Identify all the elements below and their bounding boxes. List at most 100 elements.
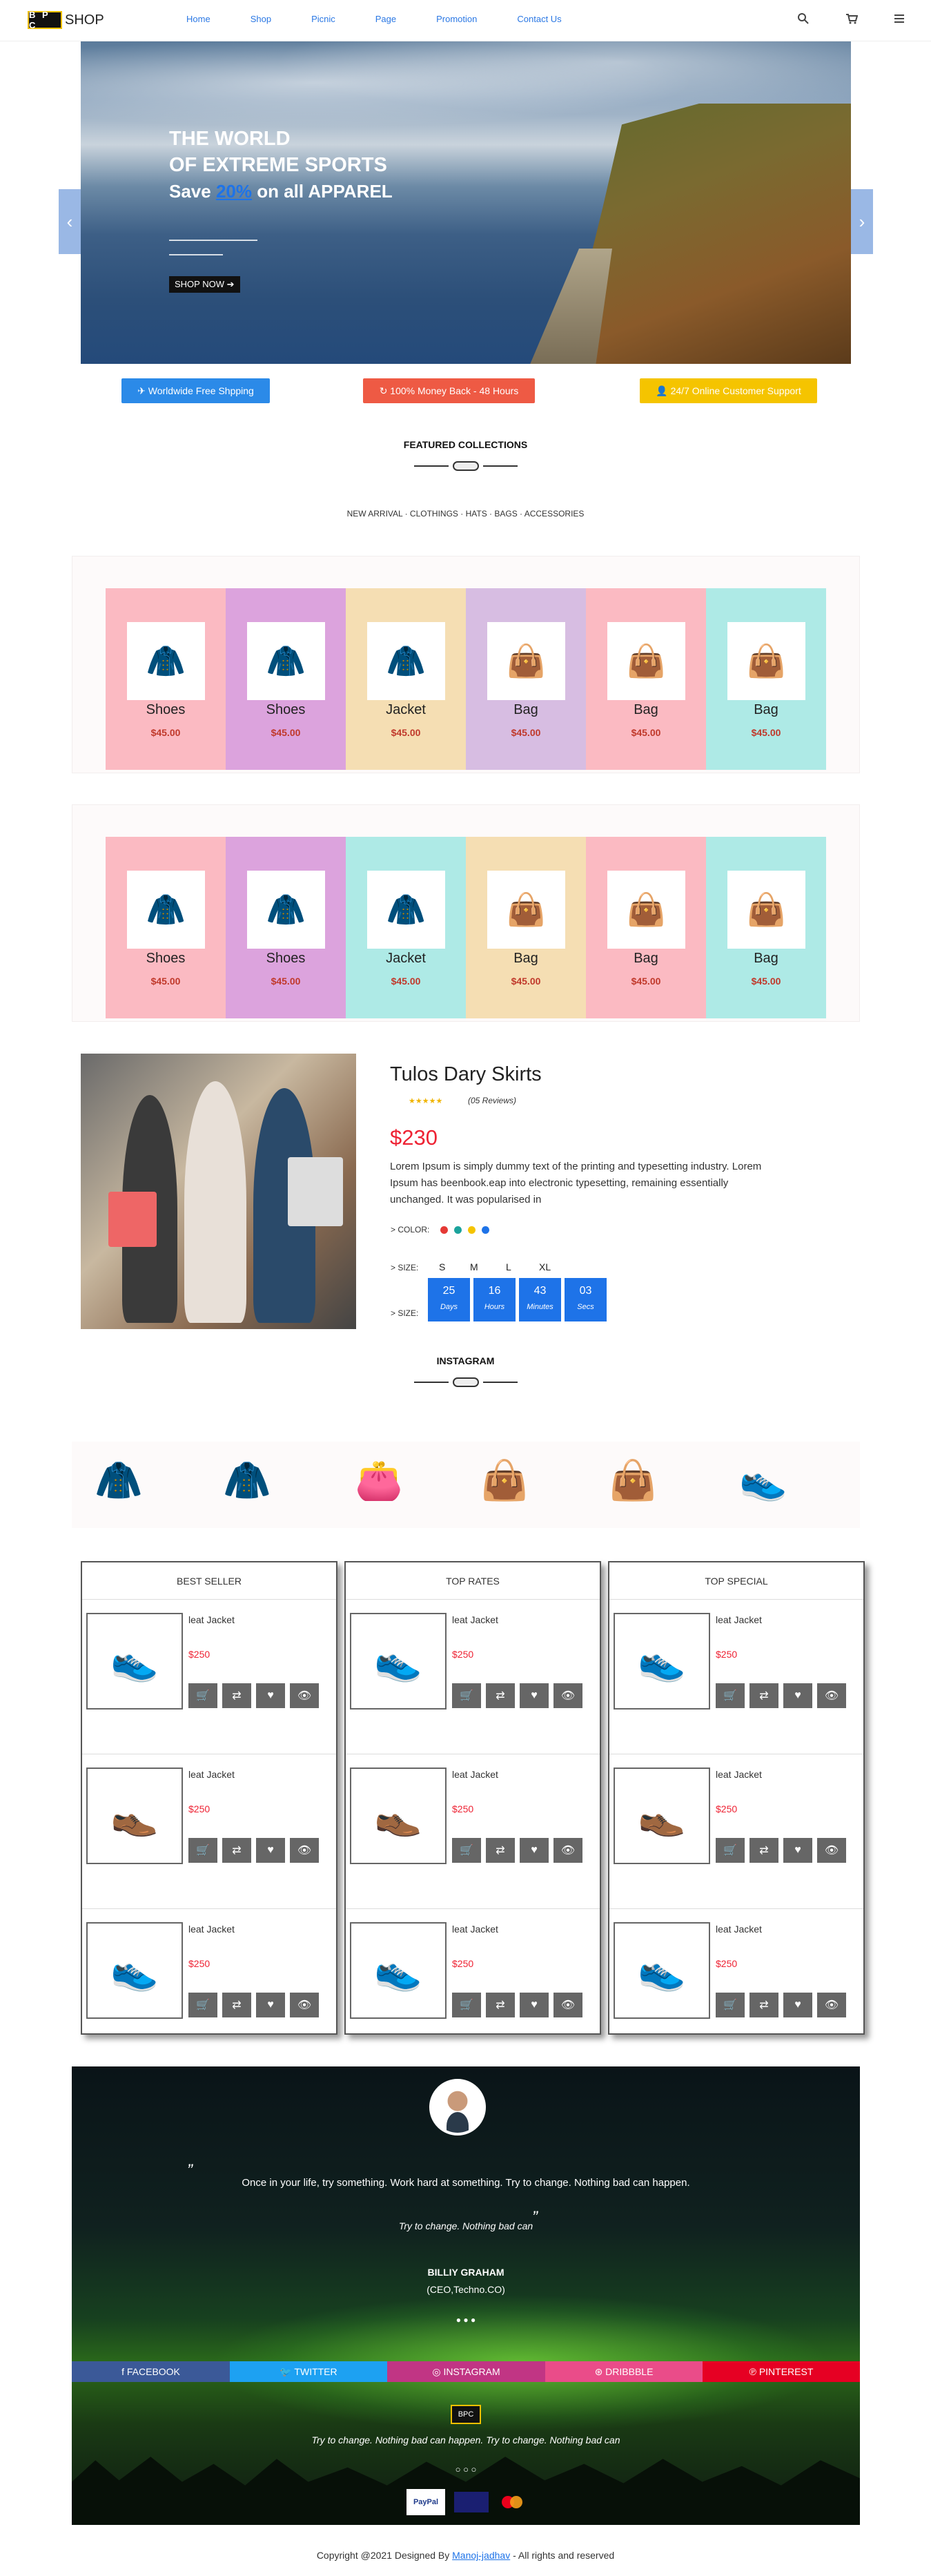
heart-icon[interactable]: ♥ [256, 1683, 285, 1708]
product-tile[interactable]: 👜 Bag $45.00 [706, 837, 826, 1018]
item-name[interactable]: leat Jacket [716, 1769, 762, 1780]
nav-link-page[interactable]: Page [375, 14, 396, 24]
heart-icon[interactable]: ♥ [256, 1993, 285, 2017]
sneaker-icon[interactable]: 👟 [350, 1613, 447, 1710]
slider-dots[interactable]: ● ● ● [72, 2315, 860, 2325]
nav-link-picnic[interactable]: Picnic [311, 14, 335, 24]
cart-icon[interactable]: 🛒 [452, 1683, 481, 1708]
cart-icon[interactable]: 🛒 [716, 1683, 745, 1708]
footer-dots[interactable]: ○ ○ ○ [72, 2464, 860, 2475]
item-name[interactable]: leat Jacket [452, 1614, 498, 1625]
product-tile[interactable]: 🧥 Jacket $45.00 [346, 588, 466, 770]
heart-icon[interactable]: ♥ [783, 1993, 812, 2017]
compare-icon[interactable]: ⇄ [222, 1838, 251, 1863]
item-name[interactable]: leat Jacket [188, 1614, 235, 1625]
nav-link-contact[interactable]: Contact Us [517, 14, 561, 24]
shoe-icon[interactable]: 👞 [614, 1768, 710, 1864]
product-tile[interactable]: 🧥 Jacket $45.00 [346, 837, 466, 1018]
site-logo[interactable]: B P C SHOP [28, 10, 104, 30]
eye-icon[interactable]: 👁 [817, 1838, 846, 1863]
compare-icon[interactable]: ⇄ [486, 1993, 515, 2017]
heart-icon[interactable]: ♥ [520, 1683, 549, 1708]
cart-icon[interactable]: 🛒 [716, 1838, 745, 1863]
handbag-icon[interactable]: 👛 [340, 1442, 418, 1519]
eye-icon[interactable]: 👁 [553, 1683, 582, 1708]
compare-icon[interactable]: ⇄ [486, 1683, 515, 1708]
compare-icon[interactable]: ⇄ [222, 1993, 251, 2017]
nav-link-home[interactable]: Home [186, 14, 210, 24]
product-tile[interactable]: 🧥 Shoes $45.00 [106, 588, 226, 770]
compare-icon[interactable]: ⇄ [749, 1993, 778, 2017]
size-option-xl[interactable]: XL [539, 1261, 551, 1272]
handbag-icon[interactable]: 👜 [594, 1442, 672, 1519]
nav-link-shop[interactable]: Shop [251, 14, 271, 24]
sneaker-icon[interactable]: 👟 [614, 1613, 710, 1710]
color-swatch-yellow[interactable] [468, 1226, 476, 1234]
compare-icon[interactable]: ⇄ [749, 1683, 778, 1708]
item-name[interactable]: leat Jacket [188, 1769, 235, 1780]
product-tile[interactable]: 🧥 Shoes $45.00 [106, 837, 226, 1018]
sneaker-icon[interactable]: 👟 [86, 1922, 183, 2019]
product-tile[interactable]: 👜 Bag $45.00 [706, 588, 826, 770]
compare-icon[interactable]: ⇄ [486, 1838, 515, 1863]
compare-icon[interactable]: ⇄ [222, 1683, 251, 1708]
item-name[interactable]: leat Jacket [188, 1924, 235, 1935]
size-option-m[interactable]: M [470, 1261, 478, 1272]
color-swatch-blue[interactable] [482, 1226, 489, 1234]
item-name[interactable]: leat Jacket [716, 1924, 762, 1935]
jacket-icon[interactable]: 🧥 [208, 1442, 286, 1519]
sneaker-icon[interactable]: 👟 [86, 1613, 183, 1710]
sneaker-icon[interactable]: 👟 [614, 1922, 710, 2019]
item-name[interactable]: leat Jacket [716, 1614, 762, 1625]
product-tile[interactable]: 👜 Bag $45.00 [586, 837, 706, 1018]
free-shipping-badge[interactable]: ✈ Worldwide Free Shpping [121, 378, 270, 403]
slider-prev-arrow[interactable]: ‹ [59, 189, 81, 254]
eye-icon[interactable]: 👁 [817, 1993, 846, 2017]
color-swatch-red[interactable] [440, 1226, 448, 1234]
cart-icon[interactable]: 🛒 [188, 1838, 217, 1863]
shoe-icon[interactable]: 👞 [350, 1768, 447, 1864]
eye-icon[interactable]: 👁 [290, 1838, 319, 1863]
cart-icon[interactable]: 🛒 [188, 1683, 217, 1708]
instagram-button[interactable]: ◎ INSTAGRAM [387, 2361, 545, 2382]
eye-icon[interactable]: 👁 [290, 1683, 319, 1708]
review-count[interactable]: (05 Reviews) [468, 1096, 516, 1105]
sneaker-icon[interactable]: 👟 [350, 1922, 447, 2019]
cart-icon[interactable]: 🛒 [452, 1838, 481, 1863]
hamburger-menu-icon[interactable] [891, 12, 908, 29]
product-tile[interactable]: 🧥 Shoes $45.00 [226, 588, 346, 770]
product-tile[interactable]: 🧥 Shoes $45.00 [226, 837, 346, 1018]
cart-icon[interactable]: 🛒 [452, 1993, 481, 2017]
product-tile[interactable]: 👜 Bag $45.00 [586, 588, 706, 770]
eye-icon[interactable]: 👁 [817, 1683, 846, 1708]
size-option-l[interactable]: L [506, 1261, 511, 1272]
support-badge[interactable]: 👤 24/7 Online Customer Support [640, 378, 817, 403]
pinterest-button[interactable]: ℗ PINTEREST [703, 2361, 860, 2382]
eye-icon[interactable]: 👁 [290, 1993, 319, 2017]
heart-icon[interactable]: ♥ [783, 1838, 812, 1863]
sneaker-icon[interactable]: 👟 [725, 1442, 802, 1519]
money-back-badge[interactable]: ↻ 100% Money Back - 48 Hours [363, 378, 535, 403]
twitter-button[interactable]: 🐦 TWITTER [230, 2361, 387, 2382]
slider-next-arrow[interactable]: › [851, 189, 873, 254]
heart-icon[interactable]: ♥ [256, 1838, 285, 1863]
heart-icon[interactable]: ♥ [520, 1993, 549, 2017]
search-icon[interactable] [795, 12, 812, 29]
collection-filters[interactable]: NEW ARRIVAL · CLOTHINGS · HATS · BAGS · … [0, 509, 931, 519]
cart-icon[interactable]: 🛒 [188, 1993, 217, 2017]
handbag-icon[interactable]: 👜 [466, 1442, 543, 1519]
jacket-icon[interactable]: 🧥 [80, 1442, 157, 1519]
heart-icon[interactable]: ♥ [783, 1683, 812, 1708]
shop-now-button[interactable]: SHOP NOW ➔ [169, 276, 240, 293]
item-name[interactable]: leat Jacket [452, 1924, 498, 1935]
facebook-button[interactable]: f FACEBOOK [72, 2361, 230, 2382]
shoe-icon[interactable]: 👞 [86, 1768, 183, 1864]
item-name[interactable]: leat Jacket [452, 1769, 498, 1780]
heart-icon[interactable]: ♥ [520, 1838, 549, 1863]
cart-icon[interactable] [843, 12, 860, 29]
product-tile[interactable]: 👜 Bag $45.00 [466, 588, 586, 770]
cart-icon[interactable]: 🛒 [716, 1993, 745, 2017]
compare-icon[interactable]: ⇄ [749, 1838, 778, 1863]
product-tile[interactable]: 👜 Bag $45.00 [466, 837, 586, 1018]
nav-link-promotion[interactable]: Promotion [436, 14, 477, 24]
